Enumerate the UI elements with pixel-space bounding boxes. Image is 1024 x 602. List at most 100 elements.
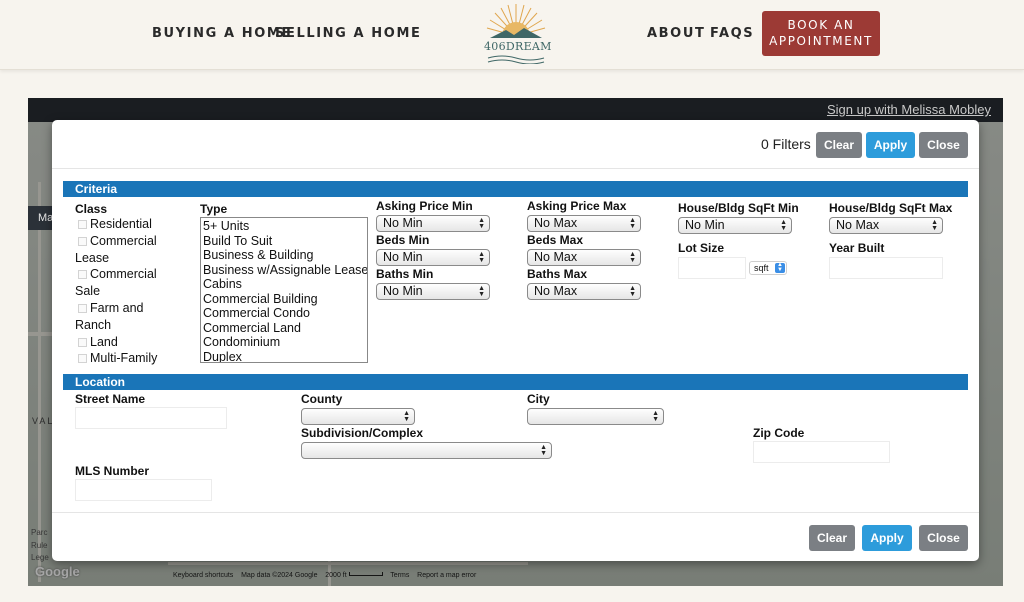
map-side-tab[interactable]: Ma [28, 206, 53, 230]
select-arrows-icon: ▲ ▼ [478, 251, 485, 264]
select-arrows-icon: ▲ ▼ [540, 444, 547, 457]
lot-size-input[interactable] [678, 257, 746, 279]
street-name-label: Street Name [75, 392, 146, 406]
asking-price-max-label: Asking Price Max [527, 199, 627, 213]
type-option[interactable]: Condominium [203, 335, 365, 350]
lot-size-label: Lot Size [678, 241, 725, 255]
sqft-max-label: House/Bldg SqFt Max [829, 201, 953, 215]
city-select[interactable]: ▲ ▼ [527, 408, 664, 425]
city-label: City [527, 392, 550, 406]
select-arrows-icon: ▲ ▼ [478, 217, 485, 230]
commercial-sale-checkbox[interactable] [78, 270, 87, 280]
logo-wave-icon [487, 55, 545, 64]
type-listbox[interactable]: 5+ Units Build To Suit Business & Buildi… [200, 217, 368, 363]
class-option-commercial-lease[interactable]: Commercial [75, 233, 165, 250]
select-value: No Min [383, 216, 423, 230]
nav-buying-a-home[interactable]: BUYING A HOME [152, 26, 292, 41]
year-built-input[interactable] [829, 257, 943, 279]
select-arrows-icon: ▲ ▼ [780, 219, 787, 232]
modal-footer-divider [52, 512, 979, 513]
select-arrows-icon: ▲ ▼ [629, 217, 636, 230]
clear-button-bottom[interactable]: Clear [809, 525, 855, 551]
class-option-label-cont: Sale [75, 284, 101, 299]
class-option-land[interactable]: Land [75, 334, 165, 351]
filter-modal: 0 Filters Clear Apply Close Criteria Cla… [52, 120, 979, 561]
apply-button-bottom[interactable]: Apply [862, 525, 912, 551]
clear-button-top[interactable]: Clear [816, 132, 862, 158]
type-option[interactable]: Business & Building [203, 248, 365, 263]
subdivision-label: Subdivision/Complex [301, 426, 424, 440]
criteria-section-header: Criteria [63, 181, 968, 197]
beds-max-label: Beds Max [527, 233, 584, 247]
book-appointment-button[interactable]: BOOK AN APPOINTMENT [762, 11, 880, 56]
embed-top-bar: Sign up with Melissa Mobley [28, 98, 1003, 122]
apply-button-top[interactable]: Apply [866, 132, 915, 158]
type-option[interactable]: Cabins [203, 277, 365, 292]
baths-min-select[interactable]: No Min ▲ ▼ [376, 283, 490, 300]
land-checkbox[interactable] [78, 337, 87, 347]
book-button-line-2: APPOINTMENT [769, 34, 873, 48]
signup-link[interactable]: Sign up with Melissa Mobley [827, 102, 991, 117]
class-option-label-cont: Lease [75, 250, 110, 265]
type-option[interactable]: 5+ Units [203, 219, 365, 234]
mls-number-input[interactable] [75, 479, 212, 501]
class-option-label: Multi-Family [90, 351, 158, 366]
baths-max-select[interactable]: No Max ▲ ▼ [527, 283, 641, 300]
nav-about[interactable]: ABOUT [647, 26, 705, 41]
multi-family-checkbox[interactable] [78, 354, 87, 364]
sunrise-icon [486, 4, 546, 38]
class-label: Class [75, 202, 108, 216]
asking-price-min-label: Asking Price Min [376, 199, 473, 213]
class-option-label: Commercial [90, 233, 157, 248]
select-value: No Max [836, 218, 880, 232]
zip-code-label: Zip Code [753, 426, 805, 440]
select-value: No Min [383, 250, 423, 264]
asking-price-min-select[interactable]: No Min ▲ ▼ [376, 215, 490, 232]
type-option[interactable]: Build To Suit [203, 234, 365, 249]
class-option-label: Land [90, 334, 118, 349]
select-value: No Min [685, 218, 725, 232]
close-button-bottom[interactable]: Close [919, 525, 968, 551]
type-option[interactable]: Duplex [203, 350, 365, 363]
select-value: No Min [383, 284, 423, 298]
logo-wordmark: 406DREAM [484, 40, 552, 53]
sqft-max-select[interactable]: No Max ▲ ▼ [829, 217, 943, 234]
type-option[interactable]: Commercial Building [203, 292, 365, 307]
close-button-top[interactable]: Close [919, 132, 968, 158]
class-option-multi-family[interactable]: Multi-Family [75, 350, 165, 367]
county-select[interactable]: ▲ ▼ [301, 408, 415, 425]
select-arrows-icon: ▲ ▼ [931, 219, 938, 232]
type-option[interactable]: Commercial Land [203, 321, 365, 336]
street-name-input[interactable] [75, 407, 227, 429]
commercial-lease-checkbox[interactable] [78, 236, 87, 246]
sqft-min-select[interactable]: No Min ▲ ▼ [678, 217, 792, 234]
class-checkbox-list: Residential Commercial Lease Commercial … [75, 216, 165, 367]
lot-size-unit-select[interactable]: sqft ▲ ▼ [749, 261, 787, 275]
class-option-label: Farm and [90, 300, 144, 315]
select-value: No Max [534, 250, 578, 264]
class-option-label-cont: Ranch [75, 317, 112, 332]
class-option-commercial-sale[interactable]: Commercial [75, 266, 165, 283]
class-option-residential[interactable]: Residential [75, 216, 165, 233]
filters-count: 0 Filters [761, 136, 811, 152]
beds-min-label: Beds Min [376, 233, 430, 247]
nav-faqs[interactable]: FAQS [710, 26, 754, 41]
beds-min-select[interactable]: No Min ▲ ▼ [376, 249, 490, 266]
select-arrows-icon: ▲ ▼ [478, 285, 485, 298]
subdivision-select[interactable]: ▲ ▼ [301, 442, 552, 459]
beds-max-select[interactable]: No Max ▲ ▼ [527, 249, 641, 266]
select-value: No Max [534, 216, 578, 230]
nav-selling-a-home[interactable]: SELLING A HOME [275, 26, 421, 41]
farm-ranch-checkbox[interactable] [78, 303, 87, 313]
residential-checkbox[interactable] [78, 220, 87, 229]
zip-code-input[interactable] [753, 441, 890, 463]
asking-price-max-select[interactable]: No Max ▲ ▼ [527, 215, 641, 232]
year-built-label: Year Built [829, 241, 885, 255]
select-arrows-icon: ▲ ▼ [652, 410, 659, 423]
class-option-farm-ranch[interactable]: Farm and [75, 300, 165, 317]
type-option[interactable]: Commercial Condo [203, 306, 365, 321]
site-logo[interactable]: 406DREAM [484, 2, 552, 64]
site-header: BUYING A HOME SELLING A HOME 406DREAM AB… [0, 0, 1024, 70]
type-option[interactable]: Business w/Assignable Lease [203, 263, 367, 278]
class-option-label: Residential [90, 217, 152, 231]
